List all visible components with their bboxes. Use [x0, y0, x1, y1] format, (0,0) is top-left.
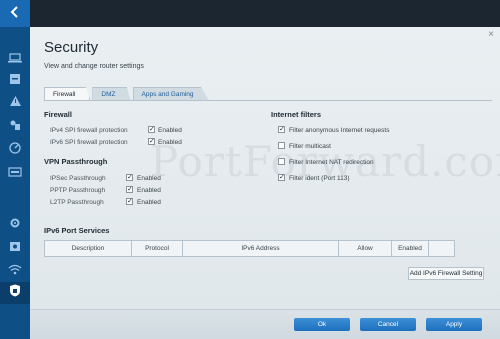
- ok-button[interactable]: Ok: [294, 318, 350, 331]
- nav-parental-controls[interactable]: [0, 116, 30, 138]
- security-panel: × Security View and change router settin…: [30, 27, 500, 339]
- footer-bar: Ok Cancel Apply: [30, 309, 500, 339]
- pptp-label: PPTP Passthrough: [50, 187, 106, 194]
- nav-devices[interactable]: [0, 48, 30, 70]
- apply-button[interactable]: Apply: [426, 318, 482, 331]
- add-ipv6-firewall-setting-button[interactable]: Add IPv6 Firewall Setting: [408, 267, 484, 280]
- ipsec-state: Enabled: [137, 175, 161, 182]
- ipv6-spi-label: IPv6 SPI firewall protection: [50, 139, 128, 146]
- filter-ident-checkbox[interactable]: ✓: [278, 174, 285, 181]
- filter-ident-label: Filter ident (Port 113): [289, 175, 350, 182]
- column-enabled: Enabled: [392, 241, 429, 256]
- page-subtitle: View and change router settings: [44, 63, 144, 70]
- column-actions: [429, 241, 454, 256]
- vpn-section-title: VPN Passthrough: [44, 157, 108, 166]
- storage-icon: [9, 72, 21, 90]
- nav-diagnostics[interactable]: [0, 237, 30, 259]
- warning-icon: [9, 94, 22, 112]
- tab-firewall[interactable]: Firewall: [44, 87, 91, 100]
- l2tp-label: L2TP Passthrough: [50, 199, 104, 206]
- ipsec-label: IPSec Passthrough: [50, 175, 106, 182]
- tab-bar: Firewall DMZ Apps and Gaming: [44, 87, 211, 100]
- firewall-section-title: Firewall: [44, 110, 72, 119]
- nav-speed-test[interactable]: [0, 139, 30, 161]
- parental-icon: [9, 118, 21, 136]
- nav-alerts[interactable]: [0, 92, 30, 114]
- left-nav: [0, 0, 35, 339]
- pptp-checkbox[interactable]: ✓: [126, 186, 133, 193]
- pptp-state: Enabled: [137, 187, 161, 194]
- column-ipv6-address: IPv6 Address: [183, 241, 339, 256]
- shield-icon: [9, 284, 21, 302]
- nav-settings[interactable]: [0, 214, 30, 236]
- nav-media[interactable]: [0, 162, 30, 184]
- filter-multicast-label: Filter multicast: [289, 143, 331, 150]
- back-button[interactable]: [0, 0, 30, 27]
- ipv6-section-title: IPv6 Port Services: [44, 226, 110, 235]
- nav-storage[interactable]: [0, 70, 30, 92]
- laptop-icon: [8, 50, 22, 68]
- l2tp-checkbox[interactable]: ✓: [126, 198, 133, 205]
- ipv6-spi-state: Enabled: [158, 139, 182, 146]
- l2tp-state: Enabled: [137, 199, 161, 206]
- ipv4-spi-checkbox[interactable]: ✓: [148, 126, 155, 133]
- column-protocol: Protocol: [132, 241, 183, 256]
- filter-multicast-checkbox[interactable]: [278, 142, 285, 149]
- tab-divider: [44, 100, 492, 101]
- ipv4-spi-label: IPv4 SPI firewall protection: [50, 127, 128, 134]
- page-title: Security: [44, 39, 99, 56]
- cancel-button[interactable]: Cancel: [360, 318, 416, 331]
- tab-apps-and-gaming[interactable]: Apps and Gaming: [132, 87, 209, 100]
- wifi-icon: [8, 262, 22, 280]
- close-icon[interactable]: ×: [486, 30, 496, 40]
- filter-anonymous-label: Filter anonymous Internet requests: [289, 127, 390, 134]
- ipv6-spi-checkbox[interactable]: ✓: [148, 138, 155, 145]
- filter-nat-label: Filter Internet NAT redirection: [289, 159, 374, 166]
- speed-icon: [9, 141, 21, 159]
- filter-anonymous-checkbox[interactable]: ✓: [278, 126, 285, 133]
- media-icon: [8, 164, 22, 182]
- nav-wifi[interactable]: [0, 260, 30, 282]
- top-bar: [30, 0, 500, 27]
- column-allow: Allow: [339, 241, 392, 256]
- filter-nat-checkbox[interactable]: [278, 158, 285, 165]
- ipv6-port-services-table: Description Protocol IPv6 Address Allow …: [44, 240, 455, 257]
- nav-security[interactable]: [0, 282, 35, 304]
- chevron-left-icon: [10, 5, 20, 23]
- ipv4-spi-state: Enabled: [158, 127, 182, 134]
- ipsec-checkbox[interactable]: ✓: [126, 174, 133, 181]
- internet-filters-title: Internet filters: [271, 110, 322, 119]
- column-description: Description: [45, 241, 132, 256]
- diagnostics-icon: [9, 239, 21, 257]
- tab-dmz[interactable]: DMZ: [92, 87, 131, 100]
- gear-icon: [9, 216, 21, 234]
